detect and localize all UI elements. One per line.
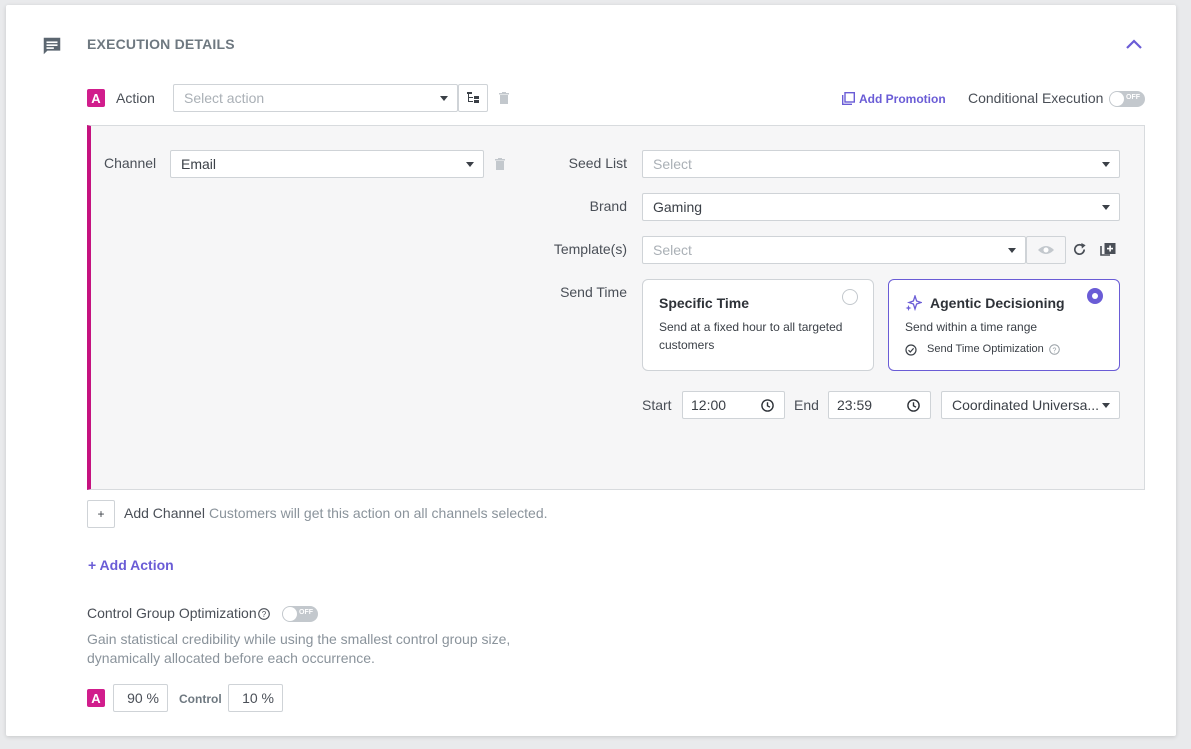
svg-text:?: ? <box>262 610 267 619</box>
add-action-link[interactable]: + Add Action <box>88 557 174 573</box>
timezone-value: Coordinated Universa... <box>952 397 1100 413</box>
end-time-input[interactable]: 23:59 <box>828 391 931 419</box>
refresh-icon[interactable] <box>1072 242 1087 257</box>
action-select-placeholder: Select action <box>184 90 265 106</box>
end-label: End <box>794 397 819 413</box>
cgo-desc-line1: Gain statistical credibility while using… <box>87 631 511 647</box>
preview-template-button[interactable] <box>1026 236 1066 264</box>
chevron-down-icon <box>1102 162 1110 167</box>
chevron-down-icon <box>1102 403 1110 408</box>
help-icon[interactable]: ? <box>258 608 270 620</box>
toggle-knob <box>283 607 297 621</box>
specific-time-radio[interactable] <box>842 289 858 305</box>
add-channel-plus: + <box>97 507 105 521</box>
group-a-badge: A <box>87 689 105 707</box>
clock-icon[interactable] <box>907 399 920 412</box>
agentic-decisioning-option[interactable]: Agentic Decisioning Send within a time r… <box>888 279 1120 371</box>
agentic-radio[interactable] <box>1087 288 1103 304</box>
brand-value: Gaming <box>653 199 703 215</box>
channel-value: Email <box>181 156 217 172</box>
trash-icon[interactable] <box>495 158 505 170</box>
specific-time-option[interactable]: Specific Time Send at a fixed hour to al… <box>642 279 874 371</box>
svg-text:?: ? <box>1053 347 1057 354</box>
chevron-up-icon[interactable] <box>1125 37 1143 51</box>
action-label: Action <box>116 90 155 106</box>
specific-time-desc: Send at a fixed hour to all targeted cus… <box>659 320 843 352</box>
tree-view-button[interactable] <box>458 84 488 112</box>
channel-select[interactable]: Email <box>170 150 484 178</box>
toggle-knob <box>1110 92 1124 106</box>
action-select[interactable]: Select action <box>173 84 458 112</box>
chevron-down-icon <box>1102 205 1110 210</box>
templates-placeholder: Select <box>653 242 692 258</box>
toggle-state: OFF <box>299 609 313 616</box>
sparkle-icon <box>905 295 922 312</box>
clock-icon[interactable] <box>761 399 774 412</box>
send-time-label: Send Time <box>560 284 627 300</box>
add-channel-label: Add Channel <box>124 505 205 521</box>
specific-time-title: Specific Time <box>659 295 750 311</box>
add-channel-hint: Customers will get this action on all ch… <box>209 505 548 521</box>
check-circle-icon <box>905 344 917 356</box>
control-percent-input[interactable]: 10 % <box>228 684 283 712</box>
chevron-down-icon <box>1008 248 1016 253</box>
channel-label: Channel <box>104 155 157 171</box>
cgo-label: Control Group Optimization <box>87 605 257 621</box>
templates-select[interactable]: Select <box>642 236 1026 264</box>
cgo-desc-line2: dynamically allocated before each occurr… <box>87 650 375 666</box>
timezone-select[interactable]: Coordinated Universa... <box>941 391 1120 419</box>
message-icon <box>43 37 61 55</box>
seed-list-placeholder: Select <box>653 156 692 172</box>
brand-select[interactable]: Gaming <box>642 193 1120 221</box>
trash-icon[interactable] <box>499 92 509 104</box>
execution-details-card: EXECUTION DETAILS A Action Select action… <box>6 5 1176 736</box>
cgo-toggle[interactable]: OFF <box>282 606 318 622</box>
agentic-desc: Send within a time range <box>905 320 1038 334</box>
add-channel-button[interactable]: + <box>87 500 115 528</box>
conditional-execution-toggle[interactable]: OFF <box>1109 91 1145 107</box>
eye-icon <box>1038 246 1054 254</box>
start-time-input[interactable]: 12:00 <box>682 391 785 419</box>
templates-label: Template(s) <box>553 241 627 257</box>
seed-list-label: Seed List <box>568 155 627 171</box>
channel-panel: Channel Email Seed List Select Brand Gam… <box>87 125 1145 490</box>
copy-icon <box>842 92 855 105</box>
tree-icon <box>467 92 479 103</box>
help-icon[interactable]: ? <box>1049 344 1060 355</box>
group-a-percent-input[interactable]: 90 % <box>113 684 168 712</box>
send-time-optimization: Send Time Optimization <box>927 343 1044 355</box>
add-promotion-link[interactable]: Add Promotion <box>859 92 946 106</box>
start-time-value: 12:00 <box>691 397 727 413</box>
start-label: Start <box>642 397 672 413</box>
control-label: Control <box>179 692 222 706</box>
section-title: EXECUTION DETAILS <box>87 36 235 52</box>
conditional-execution-label: Conditional Execution <box>968 90 1104 106</box>
agentic-title: Agentic Decisioning <box>930 295 1065 311</box>
action-badge: A <box>87 89 105 107</box>
add-copy-icon[interactable] <box>1100 242 1117 259</box>
end-time-value: 23:59 <box>837 397 873 413</box>
chevron-down-icon <box>466 162 474 167</box>
brand-label: Brand <box>589 198 627 214</box>
chevron-down-icon <box>440 96 448 101</box>
seed-list-select[interactable]: Select <box>642 150 1120 178</box>
toggle-state: OFF <box>1126 94 1140 101</box>
